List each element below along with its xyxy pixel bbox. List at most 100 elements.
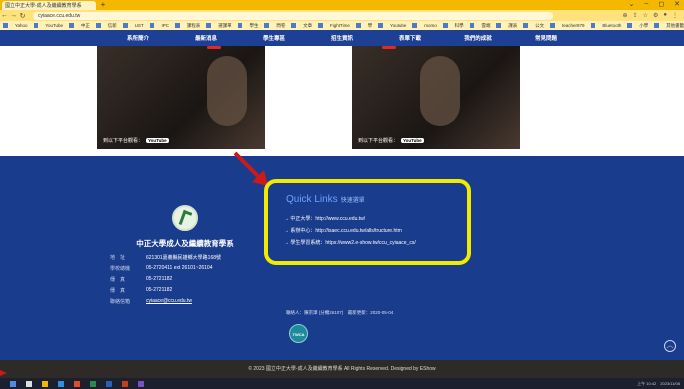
close-button[interactable]: ✕ [674, 0, 680, 10]
profile-icon[interactable]: ● [663, 12, 667, 19]
bookmark-icon [291, 23, 297, 28]
bookmark-icon [237, 23, 243, 28]
bookmark-icon [318, 23, 324, 28]
forward-icon[interactable]: → [9, 12, 18, 19]
file-explorer-icon[interactable] [42, 380, 48, 387]
bookmark-item[interactable]: 選課單 [218, 23, 232, 29]
bookmark-icon [442, 23, 448, 28]
tab-search-icon[interactable]: ⌄ [629, 0, 635, 10]
bookmark-item[interactable]: Yahoo [15, 23, 28, 28]
nav-item-forms[interactable]: 表單下載 [376, 34, 444, 42]
bookmark-item[interactable]: 公文 [535, 23, 544, 29]
nav-item-students[interactable]: 學生專區 [240, 34, 308, 42]
bookmark-icon [523, 23, 529, 28]
bookmark-item[interactable]: 中正 [81, 23, 90, 29]
maximize-button[interactable]: ◻ [658, 0, 664, 10]
school-logo [172, 205, 198, 231]
bookmark-item[interactable]: 科學 [455, 23, 464, 29]
bookmark-icon [355, 23, 361, 28]
school-name: 中正大學成人及繼續教育學系 [136, 239, 234, 248]
info-fax-2: 傳 真 05-2721182 [110, 287, 173, 294]
nav-item-admissions[interactable]: 招生資訊 [308, 34, 376, 42]
bookmark-item[interactable]: 雲端 [481, 23, 490, 29]
youtube-icon[interactable]: YouTube [146, 138, 169, 143]
bookmark-icon [627, 23, 633, 28]
excel-icon[interactable] [90, 380, 96, 387]
address-bar-row: ← → ↻ cyiaace.ccu.edu.tw ⊕ ⇪ ☆ ⚙ ● ⋮ [0, 10, 684, 21]
url-input[interactable]: cyiaace.ccu.edu.tw [33, 11, 553, 20]
new-tab-button[interactable]: + [98, 0, 108, 10]
os-taskbar: 上午 10:42 2023/11/08 [0, 378, 684, 389]
bookmark-item[interactable]: 信新 [108, 23, 117, 29]
window-controls: ⌄ – ◻ ✕ [629, 0, 680, 10]
bookmark-item[interactable]: 問卷 [276, 23, 285, 29]
twca-badge[interactable]: TWCA [289, 324, 308, 343]
search-icon[interactable] [26, 380, 32, 387]
bookmark-item[interactable]: IPC [161, 23, 169, 28]
bookmark-item[interactable]: momo [424, 23, 437, 28]
youtube-icon[interactable]: YouTube [401, 138, 424, 143]
quick-link-office[interactable]: → 系辦中心：http://isaec.ccu.edu.tw/alls/truc… [284, 227, 402, 234]
app-icon[interactable] [138, 380, 144, 387]
bookmark-icon [590, 23, 596, 28]
bookmark-item[interactable]: 其他書籤 [666, 23, 684, 29]
bookmark-icon [33, 23, 39, 28]
powerpoint-icon[interactable] [122, 380, 128, 387]
bookmark-item[interactable]: UST [135, 23, 144, 28]
bookmark-item[interactable]: 課程表 [187, 23, 201, 29]
bookmark-item[interactable]: teacher879 [562, 23, 585, 28]
extension-icon[interactable]: ⚙ [653, 12, 658, 19]
bookmark-icon [3, 23, 8, 28]
bookmark-icon [496, 23, 502, 28]
email-link[interactable]: cyiaace@ccu.edu.tw [146, 298, 192, 304]
chrome-icon[interactable] [74, 380, 80, 387]
bookmark-item[interactable]: 學 [368, 23, 373, 29]
back-icon[interactable]: ← [0, 12, 9, 19]
windows-start-icon[interactable] [10, 380, 16, 387]
video-caption: 到以下平台觀看： [358, 138, 399, 144]
bookmark-icon [378, 23, 384, 28]
reload-icon[interactable]: ↻ [18, 12, 27, 20]
bookmark-item[interactable]: YouTube [45, 23, 63, 28]
bookmark-icon [149, 23, 155, 28]
minimize-button[interactable]: – [644, 0, 648, 10]
bookmark-icon [264, 23, 270, 28]
bookmarks-bar: Yahoo YouTube 中正 信新 UST IPC 課程表 選課單 學生 問卷 文章 FightT… [0, 21, 684, 30]
star-icon[interactable]: ☆ [643, 12, 648, 19]
bookmark-item[interactable]: Bluetooth [602, 23, 621, 28]
quick-link-ccu[interactable]: → 中正大學：http://www.ccu.edu.tw/ [284, 215, 365, 222]
red-accent-mark [207, 46, 221, 49]
bookmark-icon [654, 23, 660, 28]
quick-links-title: Quick Links 快速選單 [286, 194, 365, 205]
nav-item-achievements[interactable]: 我們的成就 [444, 34, 512, 42]
share-icon[interactable]: ⇪ [633, 12, 638, 19]
bookmark-item[interactable]: 學生 [249, 23, 258, 29]
zoom-icon[interactable]: ⊕ [623, 12, 628, 19]
nav-item-about[interactable]: 系所簡介 [104, 34, 172, 42]
video-thumbnail[interactable]: 到以下平台觀看： YouTube [352, 46, 520, 149]
bookmark-icon [206, 23, 212, 28]
back-to-top-button[interactable]: ︿ [664, 340, 676, 352]
video-caption: 到以下平台觀看： [103, 138, 144, 144]
edge-icon[interactable] [58, 380, 64, 387]
video-section: 到以下平台觀看： YouTube 到以下平台觀看： YouTube [0, 46, 684, 156]
bookmark-item[interactable]: 小學 [639, 23, 648, 29]
nav-item-news[interactable]: 最新消息 [172, 34, 240, 42]
bookmark-item[interactable]: Youtube [390, 23, 406, 28]
left-edge-arrow [0, 370, 7, 376]
bookmark-item[interactable]: 文章 [303, 23, 312, 29]
bookmark-item[interactable]: 課表 [508, 23, 517, 29]
tray-date[interactable]: 2023/11/08 [660, 381, 680, 386]
bookmark-icon [122, 23, 128, 28]
browser-tab[interactable]: 國立中正大學-成人及繼續教育學系 [2, 1, 96, 10]
tray-time[interactable]: 上午 10:42 [637, 381, 656, 387]
info-email: 聯絡信箱 cyiaace@ccu.edu.tw [110, 298, 192, 305]
word-icon[interactable] [106, 380, 112, 387]
bookmark-icon [174, 23, 180, 28]
nav-item-faq[interactable]: 常見問題 [512, 34, 580, 42]
quick-link-learning[interactable]: → 學生學習系統：https://www2.e-show.tw/ccu_cyia… [284, 239, 416, 246]
contact-line: 聯絡人：陳宗澤 (分機26107) 最新更新：2020-05-04 [286, 310, 394, 315]
video-thumbnail[interactable]: 到以下平台觀看： YouTube [97, 46, 265, 149]
menu-icon[interactable]: ⋮ [672, 12, 678, 19]
bookmark-item[interactable]: FightTime [330, 23, 350, 28]
